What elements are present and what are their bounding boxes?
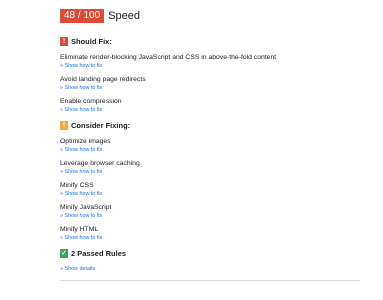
- consider-fixing-header: ! Consider Fixing:: [60, 119, 360, 131]
- exclamation-icon: !: [60, 120, 68, 130]
- rule-item: Minify CSS » Show how to fix: [60, 181, 360, 199]
- consider-fixing-title: Consider Fixing:: [71, 120, 131, 130]
- show-how-to-fix-link[interactable]: » Show how to fix: [60, 212, 360, 221]
- rule-item: Minify HTML » Show how to fix: [60, 225, 360, 243]
- should-fix-header: ! Should Fix:: [60, 35, 360, 47]
- rule-title: Minify JavaScript: [60, 204, 112, 211]
- show-details-link[interactable]: » Show details: [60, 265, 360, 274]
- show-how-to-fix-link[interactable]: » Show how to fix: [60, 106, 360, 115]
- show-how-to-fix-link[interactable]: » Show how to fix: [60, 84, 360, 93]
- score-header: 48 / 100 Speed: [60, 8, 360, 24]
- show-how-to-fix-link[interactable]: » Show how to fix: [60, 146, 360, 155]
- rule-title: Minify CSS: [60, 182, 94, 189]
- rule-item: Eliminate render-blocking JavaScript and…: [60, 53, 360, 71]
- rule-item: Leverage browser caching » Show how to f…: [60, 159, 360, 177]
- exclamation-icon: !: [60, 36, 68, 46]
- rule-item: Optimize images » Show how to fix: [60, 137, 360, 155]
- show-how-to-fix-link[interactable]: » Show how to fix: [60, 168, 360, 177]
- rule-title: Minify HTML: [60, 226, 99, 233]
- show-how-to-fix-link[interactable]: » Show how to fix: [60, 234, 360, 243]
- consider-fixing-section: ! Consider Fixing: Optimize images » Sho…: [60, 119, 360, 243]
- rule-title: Avoid landing page redirects: [60, 76, 146, 83]
- speed-report: 48 / 100 Speed ! Should Fix: Eliminate r…: [60, 8, 360, 281]
- rule-title: Leverage browser caching: [60, 160, 140, 167]
- rule-title: Enable compression: [60, 98, 122, 105]
- rule-item: Avoid landing page redirects » Show how …: [60, 75, 360, 93]
- checkmark-icon: ✓: [60, 248, 68, 258]
- score-badge: 48 / 100: [60, 9, 105, 23]
- passed-rules-section: ✓ 2 Passed Rules » Show details: [60, 247, 360, 274]
- should-fix-section: ! Should Fix: Eliminate render-blocking …: [60, 35, 360, 115]
- rule-title: Eliminate render-blocking JavaScript and…: [60, 54, 277, 61]
- should-fix-title: Should Fix:: [71, 36, 112, 46]
- score-label: Speed: [108, 10, 140, 22]
- show-how-to-fix-link[interactable]: » Show how to fix: [60, 62, 360, 71]
- show-how-to-fix-link[interactable]: » Show how to fix: [60, 190, 360, 199]
- divider: [60, 280, 360, 281]
- rule-title: Optimize images: [60, 138, 111, 145]
- rule-item: Minify JavaScript » Show how to fix: [60, 203, 360, 221]
- passed-rules-header: ✓ 2 Passed Rules: [60, 247, 360, 259]
- rule-item: Enable compression » Show how to fix: [60, 97, 360, 115]
- passed-rules-title: 2 Passed Rules: [71, 248, 127, 258]
